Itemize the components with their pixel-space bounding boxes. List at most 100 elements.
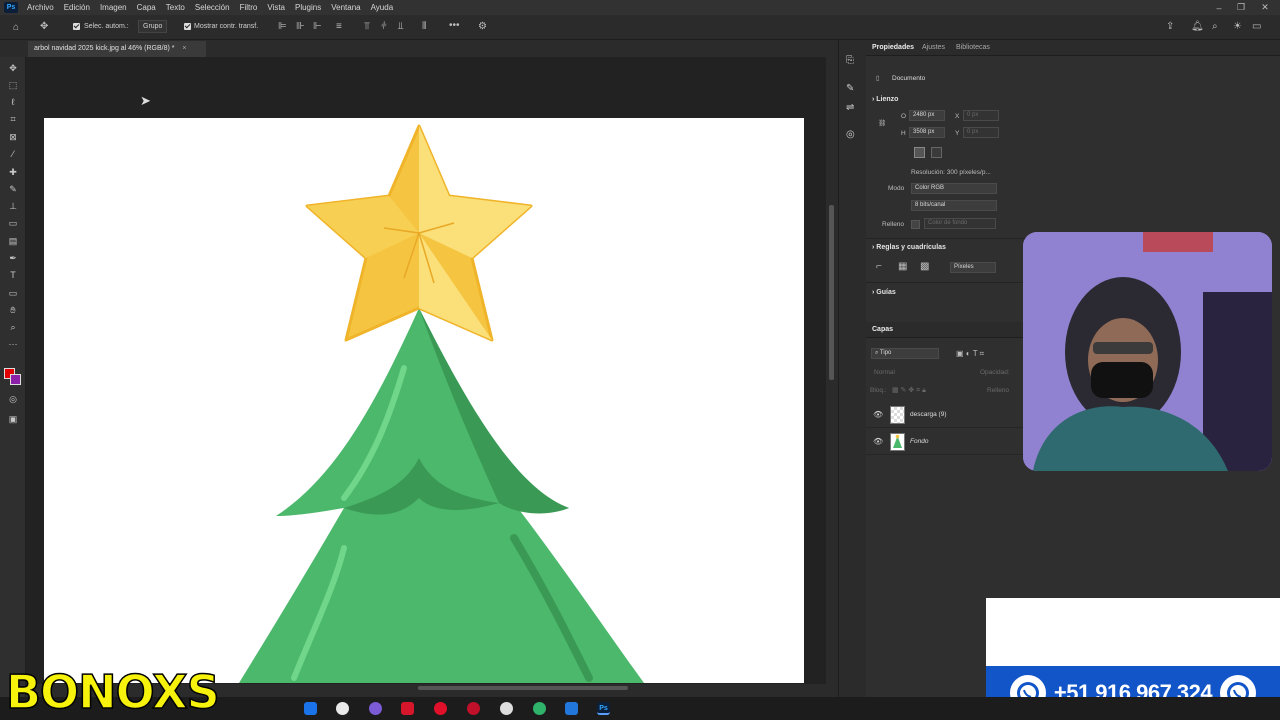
- chrome-icon[interactable]: [336, 702, 349, 715]
- menu-ventana[interactable]: Ventana: [326, 3, 365, 12]
- layer-filter-select[interactable]: ⌕ Tipo: [871, 348, 939, 359]
- frame-tool-icon[interactable]: ⊠: [7, 131, 19, 143]
- link-icon[interactable]: ⛓: [878, 119, 886, 127]
- youtube-icon[interactable]: [401, 702, 414, 715]
- photoshop-taskbar-icon[interactable]: Ps: [597, 702, 610, 715]
- stamp-tool-icon[interactable]: ⊥: [7, 200, 19, 212]
- close-tab-icon[interactable]: ×: [182, 45, 186, 52]
- taskbar-app-icon[interactable]: [533, 702, 546, 715]
- quick-mask-icon[interactable]: ◎: [7, 393, 19, 405]
- tab-adjustments[interactable]: Ajustes: [922, 44, 945, 51]
- taskbar-app-icon[interactable]: [304, 702, 317, 715]
- document-canvas[interactable]: [44, 118, 804, 683]
- tab-libraries[interactable]: Bibliotecas: [956, 44, 990, 51]
- guides-section-title[interactable]: › Guías: [872, 289, 896, 296]
- rulers-section-title[interactable]: › Reglas y cuadrículas: [872, 244, 946, 251]
- brush-tool-icon[interactable]: ✎: [7, 183, 19, 195]
- horizontal-scroll-thumb[interactable]: [418, 686, 628, 690]
- mode-select[interactable]: Color RGB: [911, 183, 997, 194]
- menu-texto[interactable]: Texto: [161, 3, 190, 12]
- align-right-icon[interactable]: ⊩: [313, 22, 322, 32]
- chrome-icon[interactable]: [500, 702, 513, 715]
- pixel-grid-icon[interactable]: ▩: [920, 261, 929, 272]
- distribute-icon[interactable]: ≡: [336, 22, 342, 32]
- tab-layers[interactable]: Capas: [872, 326, 893, 333]
- menu-seleccion[interactable]: Selección: [190, 3, 235, 12]
- share-icon[interactable]: ⇪: [1166, 22, 1174, 32]
- history-icon[interactable]: ⎘: [846, 55, 854, 66]
- move-tool-icon[interactable]: ✥: [7, 62, 19, 74]
- workspace-icon[interactable]: ▭: [1252, 22, 1261, 32]
- menu-plugins[interactable]: Plugins: [290, 3, 326, 12]
- align-bottom-icon[interactable]: ⫫: [398, 22, 404, 32]
- bell-icon[interactable]: 🔔︎: [1191, 22, 1204, 32]
- layer-row[interactable]: 👁︎ descarga (9): [866, 402, 1026, 428]
- close-window-icon[interactable]: ✕: [1254, 0, 1276, 15]
- landscape-orientation-icon[interactable]: [931, 147, 942, 158]
- menu-capa[interactable]: Capa: [132, 3, 161, 12]
- tab-properties[interactable]: Propiedades: [872, 44, 914, 51]
- fill-swatch[interactable]: [911, 220, 920, 229]
- lightbulb-icon[interactable]: ☀: [1233, 22, 1242, 32]
- bits-select[interactable]: 8 bits/canal: [911, 200, 997, 211]
- layer-row[interactable]: 👁︎ Fondo: [866, 429, 1026, 455]
- filter-icons[interactable]: ▣ ◐ T ⌗: [956, 349, 984, 359]
- units-select[interactable]: Píxeles: [950, 262, 996, 273]
- minimize-icon[interactable]: –: [1208, 0, 1230, 15]
- grid-icon[interactable]: ▦: [898, 261, 907, 272]
- align-left-icon[interactable]: ⊫: [278, 22, 287, 32]
- vertical-scroll-thumb[interactable]: [829, 205, 834, 380]
- marquee-tool-icon[interactable]: ⬚: [7, 79, 19, 91]
- more-options-icon[interactable]: •••: [449, 21, 460, 31]
- align-center-icon[interactable]: ⊪: [296, 22, 305, 32]
- taskbar-app-icon[interactable]: [369, 702, 382, 715]
- align-middle-icon[interactable]: ⫩: [381, 22, 387, 32]
- width-field[interactable]: 2480 px: [909, 110, 945, 121]
- crop-tool-icon[interactable]: ⌗: [7, 113, 19, 125]
- search-icon[interactable]: ⌕: [1212, 22, 1218, 32]
- blend-mode-select[interactable]: Normal: [874, 369, 895, 376]
- shape-tool-icon[interactable]: ▭: [7, 287, 19, 299]
- canvas-section-title[interactable]: › Lienzo: [872, 96, 898, 103]
- visibility-eye-icon[interactable]: 👁︎: [873, 437, 883, 446]
- pen-tool-icon[interactable]: ✒: [7, 252, 19, 264]
- gear-icon[interactable]: ⚙: [478, 22, 487, 32]
- type-tool-icon[interactable]: T: [7, 269, 19, 281]
- menu-filtro[interactable]: Filtro: [235, 3, 263, 12]
- opera-gx-icon[interactable]: [467, 702, 480, 715]
- eraser-tool-icon[interactable]: ▭: [7, 217, 19, 229]
- align-top-icon[interactable]: ⫪: [364, 22, 370, 32]
- healing-brush-icon[interactable]: ✚: [7, 166, 19, 178]
- screen-mode-icon[interactable]: ▣: [7, 413, 19, 425]
- taskbar-app-icon[interactable]: [565, 702, 578, 715]
- eyedropper-tool-icon[interactable]: ⁄: [7, 148, 19, 160]
- background-color-swatch[interactable]: [10, 374, 21, 385]
- menu-edicion[interactable]: Edición: [59, 3, 95, 12]
- y-field[interactable]: 0 px: [963, 127, 999, 138]
- adjustments-icon[interactable]: ⇌: [846, 102, 854, 113]
- libraries-icon[interactable]: ◎: [846, 129, 855, 140]
- menu-ayuda[interactable]: Ayuda: [366, 3, 399, 12]
- menu-archivo[interactable]: Archivo: [22, 3, 59, 12]
- group-select[interactable]: Grupo: [138, 20, 168, 33]
- document-tab[interactable]: arbol navidad 2025 kick.jpg al 46% (RGB/…: [28, 41, 206, 57]
- x-field[interactable]: 0 px: [963, 110, 999, 121]
- ruler-icon[interactable]: ⌐: [876, 261, 882, 272]
- hand-tool-icon[interactable]: ✋︎: [7, 304, 19, 316]
- lasso-tool-icon[interactable]: ℓ: [7, 96, 19, 108]
- home-icon[interactable]: ⌂: [13, 23, 19, 33]
- menu-imagen[interactable]: Imagen: [95, 3, 132, 12]
- menu-vista[interactable]: Vista: [262, 3, 290, 12]
- opera-icon[interactable]: [434, 702, 447, 715]
- restore-icon[interactable]: ❐: [1230, 0, 1252, 15]
- brush-settings-icon[interactable]: ✎: [846, 83, 854, 94]
- visibility-eye-icon[interactable]: 👁︎: [873, 410, 883, 419]
- show-transform-checkbox[interactable]: [184, 23, 191, 30]
- height-field[interactable]: 3508 px: [909, 127, 945, 138]
- distribute-vertical-icon[interactable]: ⦀: [422, 22, 426, 32]
- auto-select-checkbox[interactable]: [73, 23, 80, 30]
- gradient-tool-icon[interactable]: ▤: [7, 235, 19, 247]
- move-tool-icon[interactable]: ✥: [40, 22, 48, 32]
- lock-icons[interactable]: ▦ ✎ ✥ ⌗ 🔒︎: [892, 386, 926, 395]
- more-tools-icon[interactable]: ···: [7, 338, 19, 350]
